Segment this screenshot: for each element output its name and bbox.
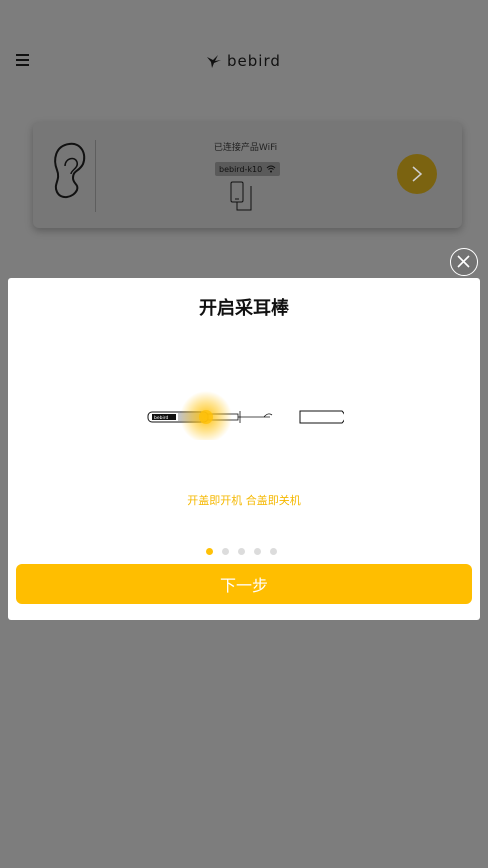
page-dot-5 — [270, 548, 277, 555]
chevron-right-icon — [412, 166, 423, 182]
bird-logo-icon — [207, 55, 221, 68]
wifi-name-badge: bebird-k10 — [215, 162, 281, 176]
app-logo: bebird — [206, 52, 281, 70]
page-dot-2 — [222, 548, 229, 555]
connection-status-text: 已连接产品WiFi — [213, 143, 278, 153]
device-connection-card: 已连接产品WiFi bebird-k10 — [33, 122, 462, 228]
card-divider — [95, 140, 96, 212]
page-dot-4 — [254, 548, 261, 555]
ear-pick-illustration: bebird — [147, 391, 344, 440]
page-indicator — [206, 548, 286, 555]
top-bar: bebird — [0, 0, 488, 120]
modal-title: 开启采耳棒 — [199, 298, 289, 319]
phone-icon — [230, 181, 252, 211]
wifi-name: bebird-k10 — [219, 164, 263, 174]
close-icon — [457, 255, 470, 268]
next-step-button[interactable]: 下一步 — [16, 564, 472, 604]
close-button[interactable] — [450, 248, 478, 276]
logo-text: bebird — [227, 52, 281, 70]
instruction-text: 开盖即开机 合盖即关机 — [187, 494, 301, 507]
ear-icon — [54, 142, 86, 198]
page-dot-3 — [238, 548, 245, 555]
svg-text:bebird: bebird — [154, 415, 169, 421]
wifi-icon — [266, 165, 276, 173]
menu-icon[interactable] — [16, 54, 29, 66]
guide-modal: 开启采耳棒 bebird 开盖即开机 合盖即关机 下一步 — [8, 278, 480, 620]
device-next-button[interactable] — [397, 154, 437, 194]
page-dot-1 — [206, 548, 213, 555]
